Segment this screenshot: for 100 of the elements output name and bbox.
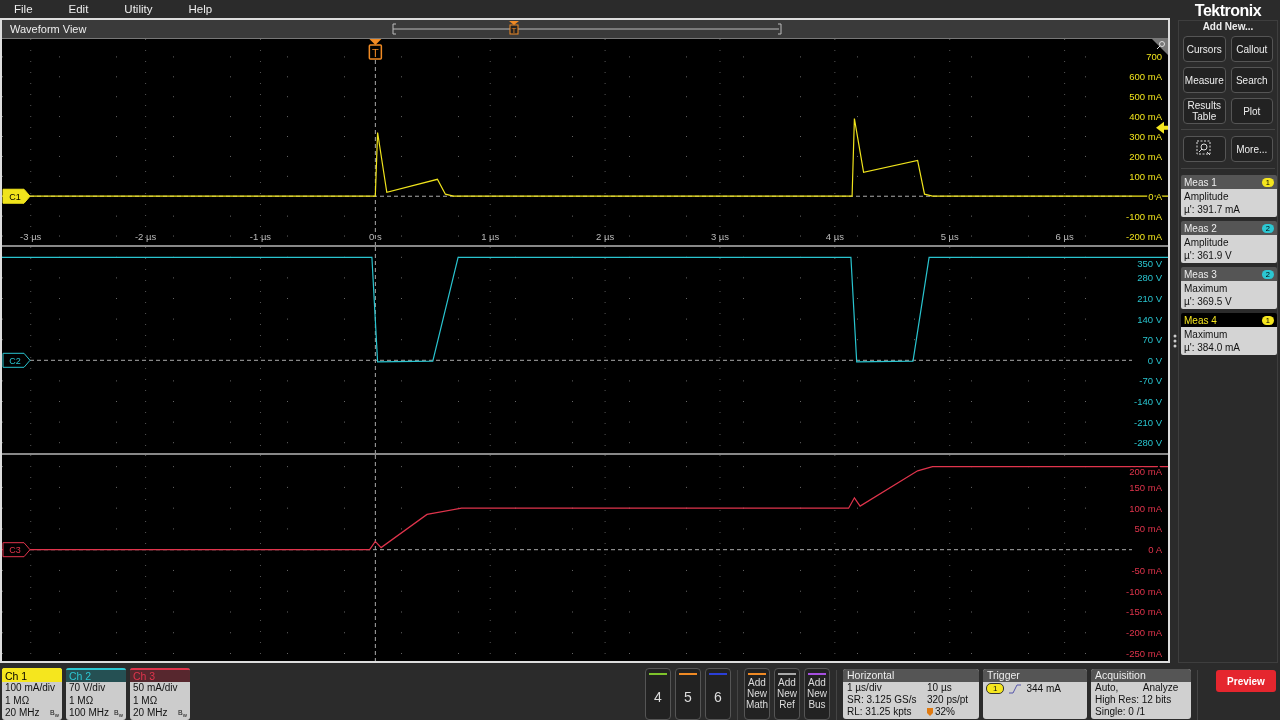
overview-bar[interactable]: [392, 23, 782, 35]
channel-impedance: 1 MΩ: [132, 694, 159, 707]
measurement-type: Maximum: [1184, 328, 1229, 341]
channel-bandwidth: 20 MHz: [5, 707, 40, 720]
y-tick-label: -50 mA: [1131, 564, 1162, 576]
channel-scale: 50 mA/div: [132, 682, 179, 695]
measurement-value: µ': 384.0 mA: [1184, 341, 1242, 354]
y-tick-label: 280 V: [1137, 272, 1162, 284]
y-tick-label: 500 mA: [1129, 91, 1162, 103]
measurement-type: Amplitude: [1184, 236, 1230, 249]
channel-impedance: 1 MΩ: [68, 694, 95, 707]
acquisition-resolution: High Res: 12 bits: [1095, 694, 1173, 706]
y-tick-label: 0 V: [1147, 354, 1162, 366]
channel-scale: 70 V/div: [68, 682, 107, 695]
y-tick-label: 100 mA: [1129, 170, 1162, 182]
x-tick-label: 2 µs: [596, 231, 615, 242]
add-button[interactable]: Cursors: [1183, 36, 1226, 62]
y-tick-label: -210 V: [1134, 416, 1162, 428]
panel-title: Acquisition: [1091, 669, 1191, 682]
measurement-value: µ': 361.9 V: [1184, 249, 1233, 262]
zoom-area-icon: [1196, 140, 1213, 156]
menu-item[interactable]: Utility: [124, 3, 153, 15]
y-tick-label: 50 mA: [1134, 523, 1162, 535]
drag-handle-icon[interactable]: [1173, 334, 1177, 348]
y-tick-label: 700: [1146, 51, 1162, 63]
channel-scale: 100 mA/div: [4, 682, 57, 695]
acquisition-panel[interactable]: Acquisition Auto, Analyze High Res: 12 bits Single: 0 /1: [1091, 669, 1191, 719]
measurement-name: Meas 4: [1184, 314, 1217, 326]
acquisition-mode: Auto,: [1095, 682, 1120, 694]
x-tick-label: 4 µs: [825, 231, 844, 242]
y-tick-label: -280 V: [1134, 437, 1162, 449]
y-tick-label: 0 A: [1148, 544, 1162, 556]
y-tick-label: 150 mA: [1129, 481, 1162, 493]
y-tick-label: 400 mA: [1129, 111, 1162, 123]
channel-slot-button[interactable]: 5: [675, 668, 701, 720]
channel-bandwidth: 100 MHz: [69, 707, 109, 720]
trigger-panel[interactable]: Trigger 1 344 mA: [983, 669, 1087, 719]
add-button[interactable]: Callout: [1230, 36, 1273, 62]
measurement-value: µ': 391.7 mA: [1184, 203, 1242, 216]
y-tick-label: -200 mA: [1126, 230, 1162, 242]
y-tick-label: 100 mA: [1129, 502, 1162, 514]
y-tick-label: 210 V: [1137, 293, 1162, 304]
level-arrow-icon[interactable]: [1156, 121, 1168, 134]
y-tick-label: -100 mA: [1126, 585, 1162, 597]
trigger-marker[interactable]: T: [509, 21, 519, 35]
trigger-level: 344 mA: [1026, 683, 1061, 694]
panel-title: Trigger: [983, 669, 1087, 682]
y-tick-label: -140 V: [1134, 396, 1162, 407]
horizontal-panel[interactable]: Horizontal 1 µs/div 10 µs SR: 3.125 GS/s 320 ps/pt RL: 31.25 kpts 32%: [843, 669, 979, 719]
channel-slot-button[interactable]: 6: [705, 668, 731, 720]
zoom-icon[interactable]: [1152, 39, 1168, 55]
measurement-type: Amplitude: [1184, 190, 1230, 203]
trigger-position: 32%: [935, 706, 955, 718]
measurement-name: Meas 3: [1184, 268, 1217, 280]
series-label: C3: [9, 545, 21, 556]
time-resolution: 320 ps/pt: [927, 694, 970, 706]
x-tick-label: -2 µs: [134, 231, 157, 242]
more-button[interactable]: More...: [1230, 136, 1273, 162]
menu-item[interactable]: Edit: [68, 3, 89, 15]
panel-title: Add New...: [1201, 21, 1255, 32]
sample-rate: SR: 3.125 GS/s: [847, 694, 918, 706]
x-tick-label: -3 µs: [20, 231, 42, 242]
source-badge: 1: [986, 683, 1005, 694]
add-button[interactable]: Results Table: [1183, 98, 1226, 124]
preview-button[interactable]: Preview: [1216, 670, 1276, 692]
channel-marker[interactable]: C1: [2, 188, 31, 204]
add-button[interactable]: Plot: [1230, 98, 1273, 124]
channel-bandwidth: 20 MHz: [133, 707, 168, 720]
measurement-name: Meas 2: [1184, 222, 1217, 234]
y-tick-label: 200 mA: [1129, 466, 1162, 477]
record-length: RL: 31.25 kpts: [847, 706, 913, 718]
y-tick-label: 200 mA: [1129, 150, 1162, 162]
acquisition-count: Single: 0 /1: [1095, 706, 1147, 718]
y-tick-label: -200 mA: [1126, 627, 1162, 639]
x-tick-label: 3 µs: [710, 231, 730, 242]
channel-impedance: 1 MΩ: [4, 694, 31, 707]
add-waveform-button[interactable]: Add New Bus: [804, 668, 830, 720]
add-button[interactable]: Search: [1230, 67, 1273, 93]
logo: Tektronix: [1193, 1, 1263, 20]
menu-item[interactable]: Help: [188, 3, 213, 15]
menu-item[interactable]: File: [14, 3, 33, 15]
measurement-type: Maximum: [1184, 282, 1229, 295]
rising-edge-icon: [1009, 683, 1022, 694]
add-button[interactable]: Measure: [1183, 67, 1226, 93]
channel-marker[interactable]: C3: [2, 542, 31, 558]
x-tick-label: -1 µs: [249, 231, 272, 242]
zoom-button[interactable]: [1183, 136, 1226, 162]
panel-title: Horizontal: [843, 669, 979, 682]
add-waveform-button[interactable]: Add New Ref: [774, 668, 800, 720]
measurement-name: Meas 1: [1184, 176, 1217, 188]
channel-marker[interactable]: C2: [2, 352, 31, 368]
view-title: Waveform View: [9, 23, 88, 35]
add-waveform-button[interactable]: Add New Math: [744, 668, 770, 720]
y-tick-label: 300 mA: [1129, 131, 1162, 143]
series-label: C1: [9, 191, 21, 202]
x-tick-label: 1 µs: [481, 231, 500, 242]
channel-slot-button[interactable]: 4: [645, 668, 671, 720]
channel-label: Ch 2: [66, 668, 126, 682]
measurement-value: µ': 369.5 V: [1184, 295, 1233, 308]
horizontal-scale: 1 µs/div: [847, 682, 883, 694]
